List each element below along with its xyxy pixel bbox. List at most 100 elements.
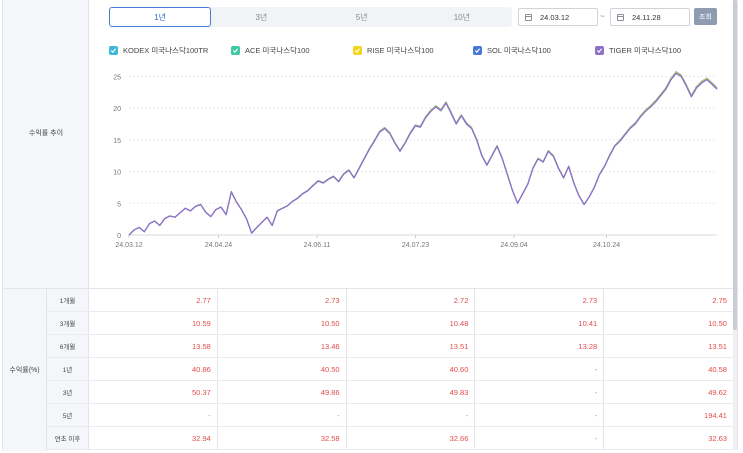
table-cell: 49.83 [347, 381, 476, 403]
table-cell: 50.37 [89, 381, 218, 403]
returns-trend-chart[interactable]: 0 5 10 15 20 25 24.03.12 24.04.24 24.06.11 24.07.… [89, 60, 737, 255]
table-row: 5년 - - - -194.41 [47, 404, 733, 427]
y-tick-label: 15 [113, 138, 121, 145]
table-cell: 40.58 [708, 364, 727, 374]
series-line-3 [128, 73, 718, 236]
legend-label: RISE 미국나스닥100 [367, 46, 434, 55]
x-tick-label: 24.06.11 [304, 242, 331, 249]
y-tick-label: 5 [117, 201, 121, 208]
legend-item-rise[interactable]: RISE 미국나스닥100 [353, 45, 434, 56]
returns-table: 수익률(%) 1개월 2.77 2.73 2.72 2.73 2.75 3개월 10.59 10… [3, 288, 739, 451]
x-tick-label: 24.07.23 [402, 242, 429, 249]
returns-section-label: 수익률(%) [3, 289, 47, 451]
table-cell: 2.72 [347, 289, 476, 311]
start-date-input[interactable]: 24.03.12 [518, 8, 598, 26]
legend-label: ACE 미국나스닥100 [245, 46, 310, 55]
calendar-icon [525, 13, 532, 21]
table-cell: - [218, 404, 347, 426]
y-tick-label: 10 [113, 170, 121, 177]
legend-label: TIGER 미국나스닥100 [609, 46, 682, 55]
scrollbar-thumb[interactable] [733, 0, 737, 330]
table-cell: - [475, 404, 605, 426]
y-tick-label: 25 [113, 74, 121, 81]
table-cell: 49.86 [218, 381, 347, 403]
end-date-input[interactable]: 24.11.28 [610, 8, 690, 26]
checkbox-icon [473, 46, 482, 55]
x-tick-label: 24.10.24 [593, 242, 620, 249]
series-line-1 [128, 72, 718, 236]
row-label: 연초 이후 [47, 427, 89, 449]
trend-section-label: 수익률 추이 [28, 130, 64, 137]
table-cell: 2.73 [475, 289, 605, 311]
calendar-icon [617, 13, 624, 21]
table-cell: 2.73 [218, 289, 347, 311]
legend-label: KODEX 미국나스닥100TR [123, 46, 209, 55]
table-cell: 194.41 [704, 410, 727, 420]
legend-item-sol[interactable]: SOL 미국나스닥100 [473, 45, 551, 56]
table-cell: 32.63 [708, 433, 727, 443]
y-tick-label: 0 [117, 233, 121, 240]
table-cell: 10.48 [347, 312, 476, 334]
table-row: 연초 이후 32.94 32.58 32.66- 32.63 [47, 427, 733, 450]
x-tick-label: 24.03.12 [115, 242, 142, 249]
table-row: 1년 40.86 40.50 40.60- 40.58 [47, 358, 733, 381]
table-cell: 2.77 [89, 289, 218, 311]
table-cell: 10.41 [475, 312, 605, 334]
table-cell: 32.94 [89, 427, 218, 449]
table-cell: - [475, 381, 605, 403]
checkbox-icon [353, 46, 362, 55]
checkbox-icon [109, 46, 118, 55]
period-tabs: 1년 3년 5년 10년 [109, 7, 512, 27]
legend-label: SOL 미국나스닥100 [487, 46, 551, 55]
y-tick-label: 20 [113, 106, 121, 113]
tab-1y[interactable]: 1년 [109, 7, 212, 27]
row-label: 1개월 [47, 289, 89, 311]
checkbox-icon [231, 46, 240, 55]
table-cell: 13.51 [347, 335, 476, 357]
row-label: 6개월 [47, 335, 89, 357]
query-button[interactable]: 조회 [694, 8, 717, 25]
table-row: 6개월 13.58 13.46 13.51 13.28 13.51 [47, 335, 733, 358]
legend-item-tiger[interactable]: TIGER 미국나스닥100 [595, 45, 681, 56]
table-cell: 2.75 [712, 295, 727, 305]
table-cell: - [475, 358, 605, 380]
table-cell: 32.66 [347, 427, 476, 449]
series-line-4 [128, 72, 718, 236]
row-label: 3개월 [47, 312, 89, 334]
table-cell: - [347, 404, 476, 426]
table-cell: 40.50 [218, 358, 347, 380]
date-separator: ~ [600, 12, 605, 21]
legend-item-ace[interactable]: ACE 미국나스닥100 [231, 45, 310, 56]
table-cell: 13.46 [218, 335, 347, 357]
table-cell: 40.86 [89, 358, 218, 380]
checkbox-icon [595, 46, 604, 55]
table-cell: 10.50 [708, 318, 727, 328]
table-row: 1개월 2.77 2.73 2.72 2.73 2.75 [47, 289, 733, 312]
table-cell: 49.62 [708, 387, 727, 397]
table-cell: 13.28 [475, 335, 605, 357]
table-cell: 40.60 [347, 358, 476, 380]
tab-3y[interactable]: 3년 [211, 7, 311, 27]
row-label: 5년 [47, 404, 89, 426]
table-cell: 13.51 [708, 341, 727, 351]
table-cell: - [475, 427, 605, 449]
table-cell: 32.58 [218, 427, 347, 449]
end-date-value: 24.11.28 [632, 12, 661, 22]
table-row: 3개월 10.59 10.50 10.48 10.41 10.50 [47, 312, 733, 335]
x-tick-label: 24.04.24 [205, 242, 232, 249]
series-line-2 [128, 71, 718, 236]
series-line-0 [128, 71, 718, 236]
x-tick-label: 24.09.04 [500, 242, 527, 249]
row-label: 3년 [47, 381, 89, 403]
table-cell: 10.50 [218, 312, 347, 334]
scrollbar[interactable] [733, 0, 737, 450]
tab-5y[interactable]: 5년 [312, 7, 412, 27]
start-date-value: 24.03.12 [540, 12, 570, 22]
table-row: 3년 50.37 49.86 49.83- 49.62 [47, 381, 733, 404]
legend-item-kodex[interactable]: KODEX 미국나스닥100TR [109, 45, 208, 56]
table-cell: 13.58 [89, 335, 218, 357]
row-label: 1년 [47, 358, 89, 380]
table-cell: - [89, 404, 218, 426]
table-cell: 10.59 [89, 312, 218, 334]
tab-10y[interactable]: 10년 [412, 7, 512, 27]
